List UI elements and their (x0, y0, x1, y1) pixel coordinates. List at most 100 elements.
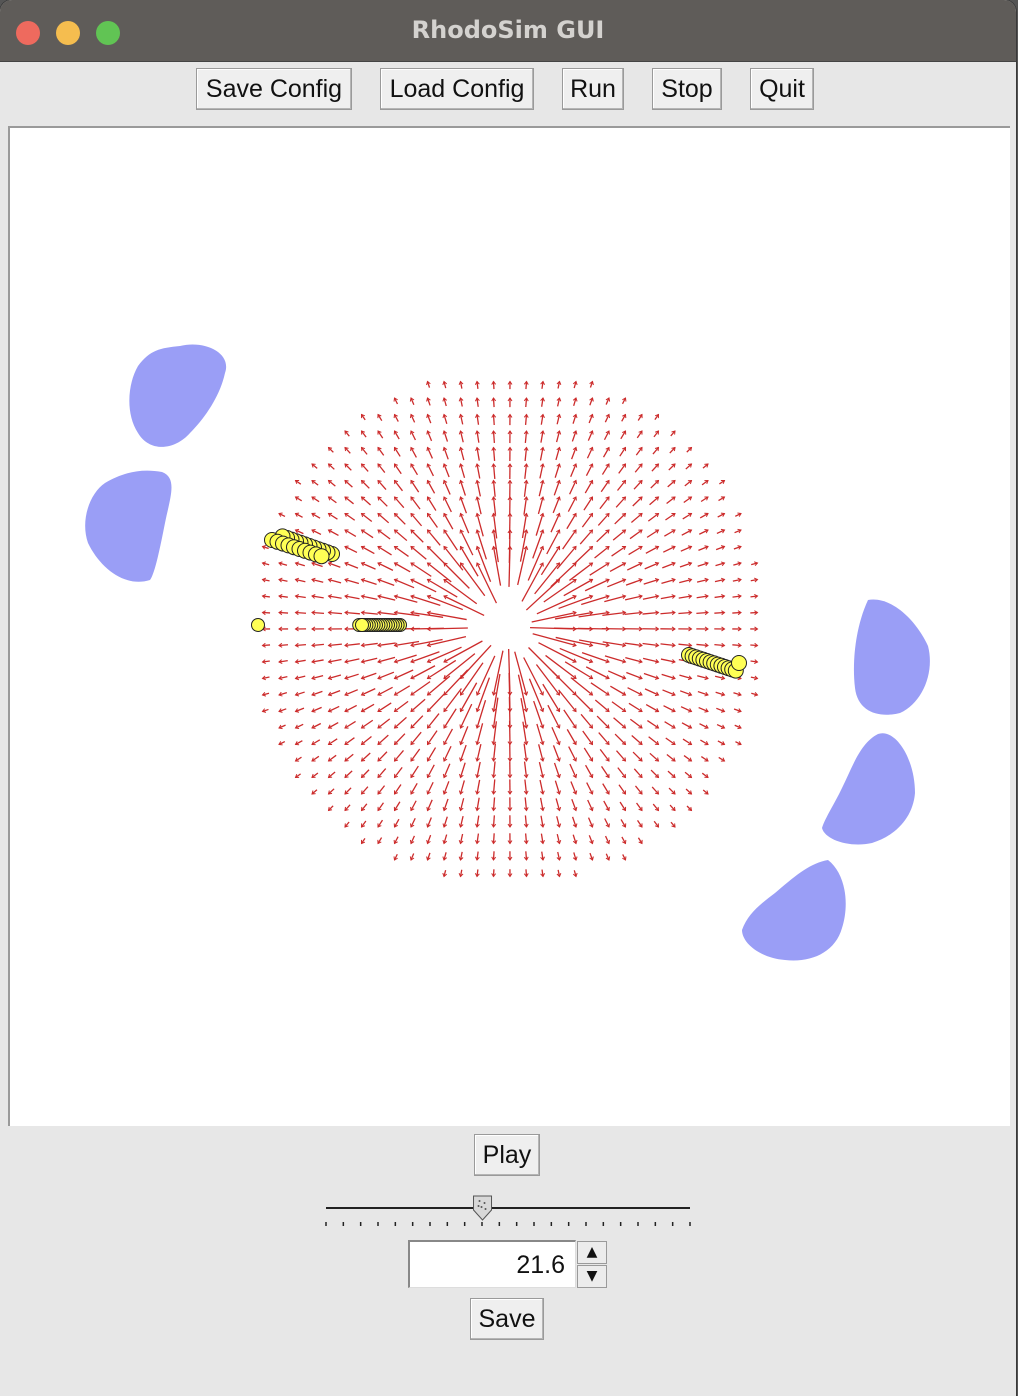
field-arrow (361, 719, 374, 729)
obstacle-blob (85, 470, 172, 582)
field-arrow (427, 578, 458, 598)
field-arrow (552, 496, 561, 514)
field-arrow (394, 716, 407, 729)
field-arrow (394, 749, 404, 762)
field-arrow (394, 700, 409, 713)
field-arrow (550, 513, 561, 533)
field-arrow (607, 578, 626, 588)
particles (251, 528, 747, 679)
simulation-view[interactable] (10, 128, 1010, 1126)
stop-button[interactable]: Stop (652, 68, 722, 110)
field-arrow (607, 670, 626, 680)
field-arrow (629, 529, 643, 540)
field-arrow (443, 745, 452, 762)
field-arrow (361, 735, 372, 746)
obstacle-blob (129, 344, 227, 447)
save-config-button[interactable]: Save Config (196, 68, 352, 110)
time-slider[interactable] (322, 1190, 694, 1230)
field-arrow (630, 513, 643, 523)
field-arrow (443, 653, 476, 680)
obstacle-blobs (85, 344, 930, 961)
field-arrow (580, 713, 593, 729)
field-arrow (678, 611, 692, 615)
field-arrow (344, 611, 360, 615)
field-arrow (574, 546, 593, 564)
spin-up-arrow-icon[interactable]: ▲ (577, 1241, 607, 1264)
field-arrow (627, 687, 643, 696)
field-arrow (581, 513, 594, 528)
field-arrow (426, 513, 438, 528)
field-arrow (476, 743, 482, 762)
field-arrow (410, 681, 431, 696)
field-arrow (611, 701, 626, 713)
field-arrow (361, 480, 370, 489)
field-arrow (609, 562, 626, 573)
field-arrow (394, 545, 409, 557)
field-arrow (443, 480, 451, 495)
field-arrow (410, 731, 422, 745)
obstacle-blob (742, 860, 846, 961)
play-button[interactable]: Play (474, 1134, 540, 1176)
field-arrow (646, 529, 659, 538)
field-arrow (492, 447, 496, 462)
field-arrow (410, 578, 437, 593)
spin-down-arrow-icon[interactable]: ▼ (577, 1265, 607, 1288)
field-arrow (476, 655, 496, 696)
field-arrow (394, 496, 405, 509)
field-arrow (569, 480, 577, 495)
field-arrow (633, 480, 643, 490)
field-arrow (596, 715, 610, 729)
field-arrow (394, 513, 406, 525)
field-arrow (476, 480, 481, 497)
field-arrow (628, 702, 643, 713)
field-arrow (410, 480, 420, 493)
field-arrow (426, 480, 436, 494)
field-arrow (552, 745, 561, 762)
quit-button[interactable]: Quit (750, 68, 814, 110)
field-arrow (427, 546, 446, 565)
slider-thumb-grip (477, 1205, 480, 1207)
field-arrow (649, 752, 659, 762)
field-arrow (581, 652, 610, 663)
slider-thumb-grip (480, 1206, 483, 1208)
field-arrow (492, 779, 496, 795)
field-arrow (344, 737, 355, 746)
field-arrow (649, 496, 659, 506)
time-spinbox-input[interactable]: 21.6 (408, 1240, 576, 1288)
field-arrow (377, 562, 394, 571)
field-arrow (584, 764, 594, 778)
field-arrow (361, 562, 376, 570)
slider-thumb[interactable] (473, 1195, 493, 1221)
slider-thumb-shape[interactable] (473, 1195, 493, 1221)
field-arrow (616, 750, 626, 762)
field-arrow (696, 611, 709, 614)
field-arrow (393, 480, 403, 492)
field-arrow (410, 545, 427, 560)
field-arrow (459, 546, 479, 577)
field-arrow (476, 700, 487, 729)
field-arrow (566, 513, 577, 530)
field-arrow (410, 715, 424, 729)
field-arrow (644, 688, 659, 696)
field-arrow (492, 650, 504, 696)
field-arrow (583, 747, 594, 762)
field-arrow (443, 708, 457, 729)
field-arrow (599, 748, 610, 762)
simulation-canvas[interactable] (8, 126, 1010, 1126)
field-arrow (394, 529, 408, 542)
field-arrow (583, 496, 594, 511)
load-config-button[interactable]: Load Config (380, 68, 534, 110)
field-arrow (361, 595, 378, 600)
field-arrow (632, 751, 643, 762)
save-button[interactable]: Save (470, 1298, 544, 1340)
slider-thumb-grip (478, 1200, 481, 1202)
slider-graphic[interactable] (322, 1190, 694, 1230)
field-arrow (562, 529, 577, 550)
field-arrow (626, 562, 643, 571)
slider-ticks (325, 1222, 691, 1226)
field-arrow (597, 513, 610, 526)
run-button[interactable]: Run (562, 68, 624, 110)
field-arrow (618, 463, 627, 474)
obstacle-blob (822, 733, 915, 845)
field-arrow (629, 718, 643, 729)
